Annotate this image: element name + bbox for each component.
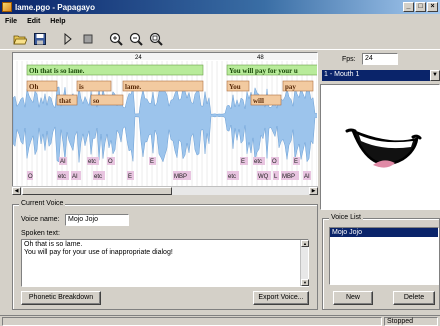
phoneme-label: AI <box>304 174 310 180</box>
spoken-text-area[interactable]: Oh that is so lame. You will pay for you… <box>21 239 309 287</box>
phoneme-label: AI <box>72 174 78 180</box>
phoneme-label: AI <box>60 159 66 165</box>
zoom-in-icon[interactable] <box>108 31 124 47</box>
current-voice-group: Current Voice Voice name: Mojo Jojo Spok… <box>12 200 318 310</box>
spoken-text-label: Spoken text: <box>21 230 60 237</box>
app-icon <box>2 2 12 12</box>
mouth-preview <box>320 84 440 210</box>
mouth-image <box>345 128 422 168</box>
word-label: You <box>229 83 241 91</box>
minimize-button[interactable]: _ <box>403 2 414 12</box>
phoneme-label: etc <box>88 159 96 165</box>
phoneme-label: O <box>108 159 113 165</box>
waveform-canvas[interactable]: 24 48 Oh that is so lame. You will pay f… <box>13 53 318 187</box>
spoken-text-scrollbar[interactable]: ▲ ▼ <box>300 240 309 286</box>
scroll-down-icon[interactable]: ▼ <box>301 279 309 286</box>
phoneme-label: etc <box>228 174 236 180</box>
ruler-label: 48 <box>257 55 264 61</box>
phonetic-breakdown-button[interactable]: Phonetic Breakdown <box>21 291 101 305</box>
stop-icon[interactable] <box>80 31 96 47</box>
play-icon[interactable] <box>60 31 76 47</box>
menu-file[interactable]: File <box>0 18 22 25</box>
scroll-left-icon[interactable]: ◀ <box>12 187 21 195</box>
spoken-text-line: Oh that is so lame. <box>24 241 83 248</box>
delete-voice-button[interactable]: Delete <box>393 291 435 305</box>
status-cell-main <box>2 317 382 326</box>
phoneme-label: etc <box>94 174 102 180</box>
voice-name-input[interactable]: Mojo Jojo <box>65 214 129 226</box>
phoneme-label: E <box>128 174 132 180</box>
mouth-select[interactable]: 1 - Mouth 1 ▼ <box>322 70 440 81</box>
ruler-label: 24 <box>135 55 142 61</box>
phoneme-label: MBP <box>174 174 187 180</box>
waveform-view[interactable]: 24 48 Oh that is so lame. You will pay f… <box>12 52 318 195</box>
scroll-thumb[interactable] <box>22 187 172 195</box>
window-title: lame.pgo - Papagayo <box>15 2 96 12</box>
scroll-up-icon[interactable]: ▲ <box>301 240 309 247</box>
status-bar: Stopped <box>0 315 440 326</box>
phoneme-label: O <box>272 159 277 165</box>
save-icon[interactable] <box>32 31 48 47</box>
voice-list-item[interactable]: Mojo Jojo <box>330 228 438 237</box>
status-text: Stopped <box>384 317 438 326</box>
chevron-down-icon[interactable]: ▼ <box>430 70 440 81</box>
export-voice-button[interactable]: Export Voice... <box>253 291 309 305</box>
phoneme-label: E <box>150 159 154 165</box>
menu-bar: File Edit Help <box>0 14 440 28</box>
fps-input[interactable]: 24 <box>362 53 398 65</box>
phrase-label: Oh that is so lame. <box>29 67 85 75</box>
toolbar <box>0 28 440 50</box>
phrase-label: You will pay for your u <box>229 67 298 75</box>
word-label: lame. <box>125 83 141 91</box>
voice-name-label: Voice name: <box>21 216 60 223</box>
voice-list-legend: Voice List <box>329 214 363 221</box>
fps-label: Fps: <box>342 56 356 63</box>
phoneme-label: etc <box>254 159 262 165</box>
phoneme-label: WQ <box>258 174 269 180</box>
phoneme-label: E <box>294 159 298 165</box>
zoom-out-icon[interactable] <box>128 31 144 47</box>
open-icon[interactable] <box>12 31 28 47</box>
timeline-scrollbar[interactable]: ◀ ▶ <box>12 186 318 195</box>
word-label: will <box>253 97 264 105</box>
word-label: Oh <box>29 83 38 91</box>
mouth-select-value: 1 - Mouth 1 <box>324 71 360 78</box>
scroll-right-icon[interactable]: ▶ <box>309 187 318 195</box>
phoneme-label: MBP <box>282 174 295 180</box>
voice-list-group: Voice List Mojo Jojo New Delete <box>322 214 440 310</box>
word-label: so <box>93 97 100 105</box>
word-label: that <box>59 97 72 105</box>
word-label: is <box>79 83 84 91</box>
title-bar: lame.pgo - Papagayo _ □ × <box>0 0 440 14</box>
word-label: pay <box>285 83 296 91</box>
phoneme-label: etc <box>58 174 66 180</box>
current-voice-legend: Current Voice <box>19 200 66 207</box>
close-button[interactable]: × <box>427 2 438 12</box>
phoneme-label: O <box>28 174 33 180</box>
zoom-fit-icon[interactable] <box>148 31 164 47</box>
maximize-button[interactable]: □ <box>415 2 426 12</box>
phoneme-label: E <box>241 159 245 165</box>
menu-help[interactable]: Help <box>45 18 70 25</box>
spoken-text-line: You will pay for your use of inappropria… <box>24 249 173 256</box>
menu-edit[interactable]: Edit <box>22 18 45 25</box>
new-voice-button[interactable]: New <box>333 291 373 305</box>
voice-listbox[interactable]: Mojo Jojo <box>329 227 439 285</box>
